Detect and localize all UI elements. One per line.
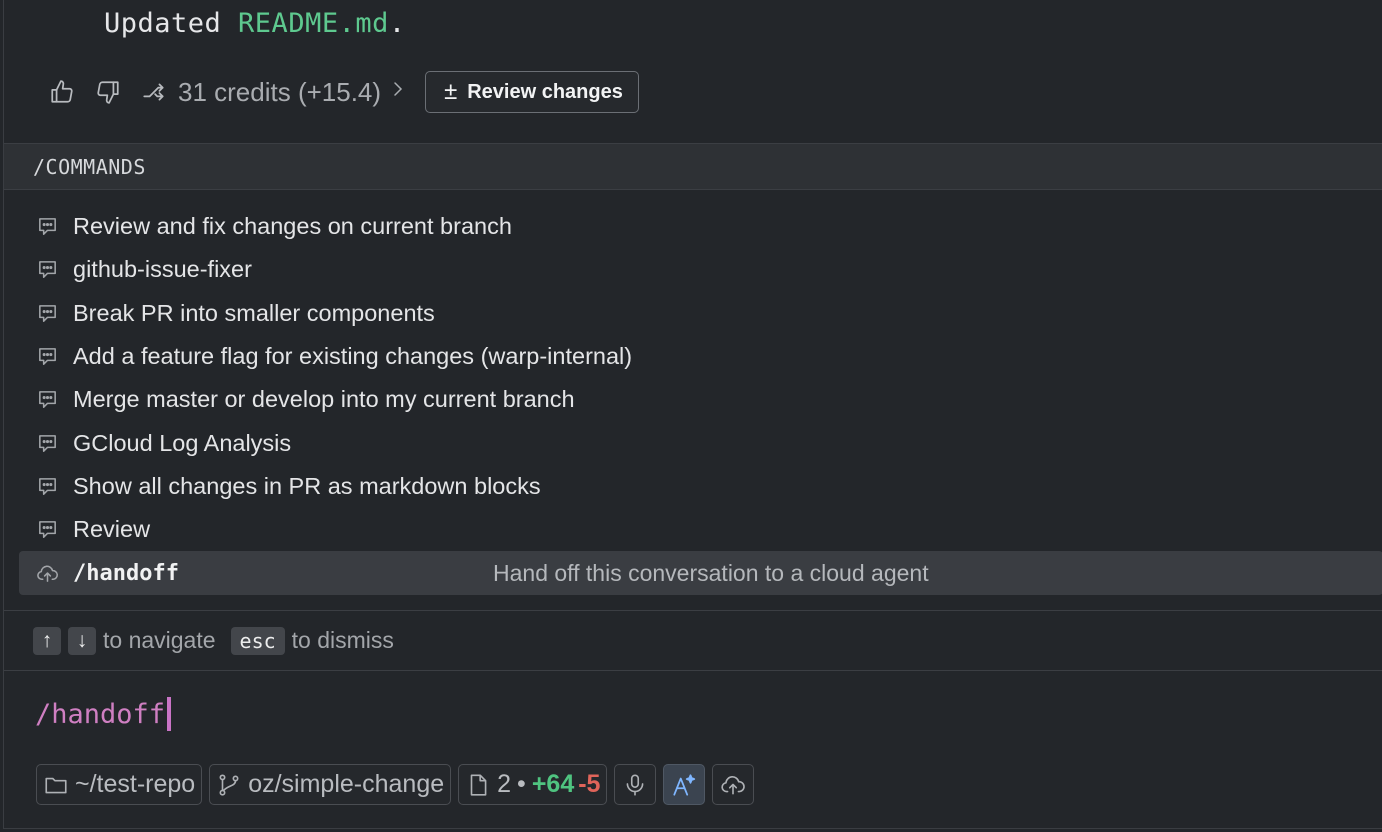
- agent-message: Updated README.md.: [104, 8, 406, 39]
- directory-label: ~/test-repo: [75, 770, 196, 798]
- ai-autocomplete-button[interactable]: [663, 764, 706, 805]
- thumbs-up-icon[interactable]: [46, 76, 78, 108]
- cloud-upload-icon: [721, 775, 746, 794]
- commands-header: /COMMANDS: [4, 143, 1382, 190]
- chevron-right-icon[interactable]: [389, 76, 407, 109]
- chat-icon: [34, 430, 60, 456]
- command-item[interactable]: Merge master or develop into my current …: [19, 378, 1382, 421]
- keyboard-hints: ↑ ↓ to navigate esc to dismiss: [4, 610, 1382, 671]
- message-suffix: .: [388, 8, 406, 39]
- command-item[interactable]: GCloud Log Analysis: [19, 421, 1382, 464]
- message-prefix: Updated: [104, 8, 239, 39]
- command-label: Review: [73, 516, 151, 543]
- chat-icon: [34, 387, 60, 413]
- command-item-handoff[interactable]: /handoff Hand off this conversation to a…: [19, 551, 1382, 595]
- agent-panel: Updated README.md. 31 credits (+15.4) ± …: [3, 0, 1382, 829]
- message-file[interactable]: README.md: [238, 8, 389, 39]
- chat-icon: [34, 344, 60, 370]
- command-label: Show all changes in PR as markdown block…: [73, 472, 541, 499]
- directory-chip[interactable]: ~/test-repo: [36, 764, 203, 805]
- esc-key: esc: [230, 626, 285, 655]
- ai-sparkle-icon: [673, 773, 696, 796]
- arrow-down-key: ↓: [68, 626, 96, 655]
- command-item[interactable]: Show all changes in PR as markdown block…: [19, 465, 1382, 508]
- command-label: /handoff: [73, 560, 179, 586]
- command-description: Hand off this conversation to a cloud ag…: [493, 559, 929, 586]
- branch-chip[interactable]: oz/simple-change: [209, 764, 452, 805]
- fork-icon[interactable]: [138, 76, 170, 108]
- status-bar: ~/test-repo oz/simple-change 2 • +64 -5: [36, 764, 761, 805]
- file-icon: [470, 773, 487, 796]
- command-label: github-issue-fixer: [73, 256, 252, 283]
- command-label: Review and fix changes on current branch: [73, 213, 512, 240]
- cloud-upload-icon: [34, 560, 60, 586]
- prompt-input-value: /handoff: [35, 698, 166, 730]
- microphone-icon: [627, 773, 644, 796]
- command-label: Merge master or develop into my current …: [73, 386, 575, 413]
- command-item[interactable]: github-issue-fixer: [19, 248, 1382, 291]
- arrow-up-key: ↑: [33, 626, 61, 655]
- deletions-count: -5: [578, 770, 601, 798]
- review-changes-button[interactable]: ± Review changes: [425, 71, 639, 113]
- credits-indicator[interactable]: 31 credits (+15.4): [178, 76, 407, 109]
- command-label: GCloud Log Analysis: [73, 429, 292, 456]
- chat-icon: [34, 517, 60, 543]
- command-item[interactable]: Add a feature flag for existing changes …: [19, 335, 1382, 378]
- files-count: 2: [497, 770, 512, 798]
- diff-chip[interactable]: 2 • +64 -5: [458, 764, 608, 805]
- navigate-hint: to navigate: [103, 627, 216, 653]
- chat-icon: [34, 214, 60, 240]
- credits-text: 31 credits (+15.4): [178, 76, 382, 107]
- command-list: Review and fix changes on current branch…: [19, 205, 1382, 595]
- prompt-input[interactable]: /handoff: [35, 697, 172, 731]
- feedback-row: 31 credits (+15.4) ± Review changes: [46, 70, 639, 114]
- chat-icon: [34, 300, 60, 326]
- chat-icon: [34, 473, 60, 499]
- separator-dot: •: [517, 770, 526, 798]
- command-item[interactable]: Break PR into smaller components: [19, 292, 1382, 335]
- branch-label: oz/simple-change: [248, 770, 445, 798]
- review-changes-label: Review changes: [467, 80, 623, 103]
- commands-header-label: /COMMANDS: [33, 155, 146, 179]
- text-cursor: [167, 697, 172, 731]
- command-label: Break PR into smaller components: [73, 299, 435, 326]
- command-label: Add a feature flag for existing changes …: [73, 343, 633, 370]
- microphone-button[interactable]: [614, 764, 657, 805]
- thumbs-down-icon[interactable]: [92, 76, 124, 108]
- cloud-handoff-button[interactable]: [712, 764, 755, 805]
- git-branch-icon: [219, 773, 239, 796]
- plus-minus-icon: ±: [444, 78, 458, 105]
- folder-icon: [45, 777, 67, 793]
- command-item[interactable]: Review: [19, 508, 1382, 551]
- dismiss-hint: to dismiss: [291, 627, 394, 653]
- chat-icon: [34, 257, 60, 283]
- additions-count: +64: [531, 770, 575, 798]
- command-item[interactable]: Review and fix changes on current branch: [19, 205, 1382, 248]
